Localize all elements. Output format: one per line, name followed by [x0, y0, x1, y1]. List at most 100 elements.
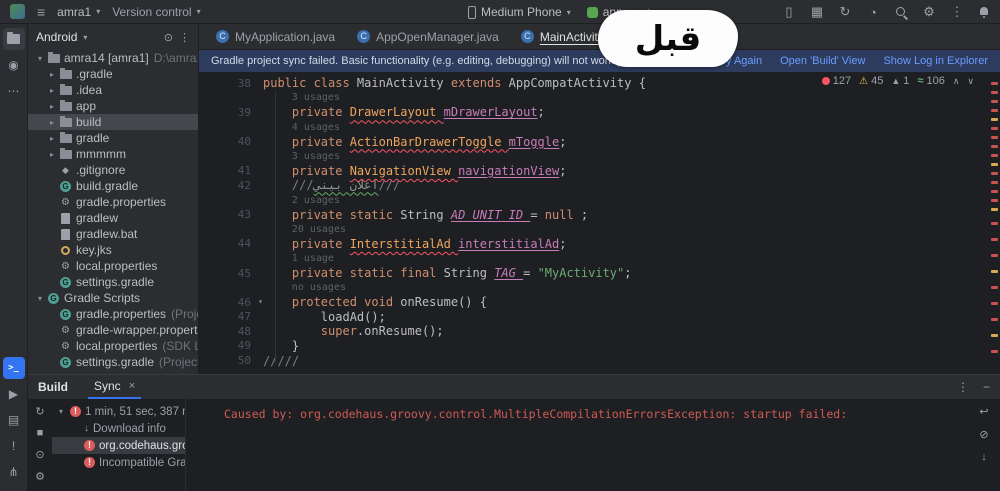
tree-expander[interactable]: ▸: [46, 86, 58, 95]
tree-expander[interactable]: ▾: [34, 294, 46, 303]
code-line[interactable]: 45 private static final String TAG = "My…: [199, 266, 1000, 281]
more-options-icon[interactable]: ⋮: [179, 31, 190, 44]
build-tree-row[interactable]: ▾! 1 min, 51 sec, 387 ms: [52, 403, 185, 420]
inlay-hint-row[interactable]: 3 usages: [199, 149, 1000, 164]
tree-row[interactable]: Gbuild.gradle: [28, 178, 198, 194]
tree-row[interactable]: Gsettings.gradle: [28, 274, 198, 290]
tree-row[interactable]: ▸ .gradle: [28, 66, 198, 82]
search-icon[interactable]: [894, 5, 908, 19]
problems-icon[interactable]: !: [3, 435, 25, 457]
tree-row[interactable]: ▸ app: [28, 98, 198, 114]
inlay-hint-row[interactable]: 1 usage: [199, 251, 1000, 266]
main-menu-icon[interactable]: ≡: [37, 4, 45, 20]
tree-expander[interactable]: ▸: [46, 102, 58, 111]
editor-tab[interactable]: C MyApplication.java: [205, 24, 346, 49]
tree-row[interactable]: gradlew.bat: [28, 226, 198, 242]
line-number[interactable]: 41: [199, 164, 263, 177]
tree-row[interactable]: Ggradle.properties (Project Properties): [28, 306, 198, 322]
soft-wrap-icon[interactable]: ↩: [978, 405, 990, 418]
rerun-icon[interactable]: ↻: [34, 405, 46, 418]
project-icon[interactable]: [2, 28, 25, 50]
notifications-icon[interactable]: [978, 6, 992, 19]
tree-row[interactable]: Gsettings.gradle (Project Settings): [28, 354, 198, 370]
pin-icon[interactable]: ⊙: [34, 448, 46, 461]
fold-icon[interactable]: ▾: [258, 297, 263, 306]
tree-row[interactable]: ▸ gradle: [28, 130, 198, 146]
tree-row[interactable]: ⚙ local.properties: [28, 258, 198, 274]
line-number[interactable]: 49: [199, 339, 263, 352]
inlay-hint-row[interactable]: 4 usages: [199, 120, 1000, 135]
tree-expander[interactable]: ▸: [46, 70, 58, 79]
banner-action-link[interactable]: Open 'Build' View: [780, 55, 865, 67]
code-editor[interactable]: 38 public class MainActivity extends AppC…: [199, 72, 1000, 374]
build-output[interactable]: Caused by: org.codehaus.groovy.control.M…: [186, 399, 1000, 491]
code-line[interactable]: 49 }: [199, 339, 1000, 354]
more-tools-icon[interactable]: ⋯: [3, 80, 25, 102]
gradle-sync-icon[interactable]: ↻: [838, 4, 852, 20]
code-line[interactable]: 43 private static String AD_UNIT_ID = nu…: [199, 207, 1000, 222]
code-line[interactable]: 41 private NavigationView navigationView…: [199, 164, 1000, 179]
settings-icon[interactable]: ⚙: [922, 4, 936, 20]
tree-row[interactable]: ▾ G Gradle Scripts: [28, 290, 198, 306]
inlay-hint-row[interactable]: no usages: [199, 280, 1000, 295]
stop-icon[interactable]: ■: [34, 427, 46, 439]
tree-row[interactable]: key.jks: [28, 242, 198, 258]
tree-row[interactable]: ▸ build: [28, 114, 198, 130]
build-icon[interactable]: >_: [2, 357, 25, 379]
version-control-menu[interactable]: Version control ▾: [112, 5, 200, 19]
code-line[interactable]: 40 private ActionBarDrawerToggle mToggle…: [199, 134, 1000, 149]
line-number[interactable]: 39: [199, 106, 263, 119]
build-tab-sync[interactable]: Sync ×: [88, 375, 142, 399]
settings-icon[interactable]: ⚙: [34, 470, 46, 483]
inlay-hint-row[interactable]: 2 usages: [199, 193, 1000, 208]
tree-expander[interactable]: ▸: [46, 118, 58, 127]
line-number[interactable]: 50: [199, 354, 263, 367]
banner-action-link[interactable]: Show Log in Explorer: [883, 55, 988, 67]
code-line[interactable]: 47 loadAd();: [199, 310, 1000, 325]
close-icon[interactable]: ×: [129, 380, 135, 392]
editor-tab[interactable]: C AppOpenManager.java: [346, 24, 510, 49]
logcat-icon[interactable]: ▤: [3, 409, 25, 431]
line-number[interactable]: 43: [199, 208, 263, 221]
tree-expander[interactable]: ▸: [46, 134, 58, 143]
build-tree-row[interactable]: ↓ Download info: [52, 420, 185, 437]
line-number[interactable]: 46 ▾: [199, 296, 263, 309]
code-line[interactable]: 46 ▾ protected void onResume() {: [199, 295, 1000, 310]
inspections-widget[interactable]: 127 ⚠ 45 ▲ 1 ≈106 ∧ ∨: [817, 75, 978, 87]
chevron-down-icon[interactable]: ▾: [83, 33, 87, 42]
profiler-icon[interactable]: ◔: [866, 4, 880, 20]
code-line[interactable]: 48 super.onResume();: [199, 324, 1000, 339]
code-line[interactable]: 44 private InterstitialAd interstitialAd…: [199, 237, 1000, 252]
tree-expander[interactable]: ▸: [46, 150, 58, 159]
inspection-typo[interactable]: ≈106: [917, 75, 944, 87]
line-number[interactable]: 47: [199, 310, 263, 323]
tree-expander[interactable]: ▾: [34, 54, 46, 63]
line-number[interactable]: 42: [199, 179, 263, 192]
code-line[interactable]: 50/////: [199, 353, 1000, 368]
more-actions-icon[interactable]: ⋮: [950, 4, 964, 20]
line-number[interactable]: 45: [199, 267, 263, 280]
tree-row[interactable]: ◆ .gitignore: [28, 162, 198, 178]
tree-row[interactable]: ▸ .idea: [28, 82, 198, 98]
tree-row[interactable]: gradlew: [28, 210, 198, 226]
device-manager-icon[interactable]: ▯: [782, 4, 796, 20]
tree-row[interactable]: ▸ mmmmm: [28, 146, 198, 162]
tree-expander[interactable]: ▾: [56, 407, 66, 416]
inspection-error[interactable]: 127: [821, 75, 851, 87]
chevron-up-icon[interactable]: ∧: [953, 76, 960, 87]
more-icon[interactable]: ⋮: [957, 380, 969, 394]
project-view-mode[interactable]: Android: [36, 30, 77, 44]
line-number[interactable]: 48: [199, 325, 263, 338]
tree-row[interactable]: ⚙ local.properties (SDK Location): [28, 338, 198, 354]
code-line[interactable]: 42 ///اعلان بيني///: [199, 178, 1000, 193]
build-tree-row[interactable]: ! Incompatible Gradle: [52, 454, 185, 471]
scroll-end-icon[interactable]: ↓: [978, 451, 990, 463]
tree-row[interactable]: ⚙gradle-wrapper.properties(Gradle Versio…: [28, 322, 198, 338]
inspection-warning[interactable]: ⚠ 45: [859, 75, 883, 87]
inlay-hint-row[interactable]: 20 usages: [199, 222, 1000, 237]
version-control-icon[interactable]: ⋔: [3, 461, 25, 483]
chevron-down-icon[interactable]: ∨: [967, 76, 974, 87]
clear-icon[interactable]: ⊘: [978, 428, 990, 441]
tree-row[interactable]: ⚙ gradle.properties: [28, 194, 198, 210]
inlay-hint-row[interactable]: 3 usages: [199, 91, 1000, 106]
